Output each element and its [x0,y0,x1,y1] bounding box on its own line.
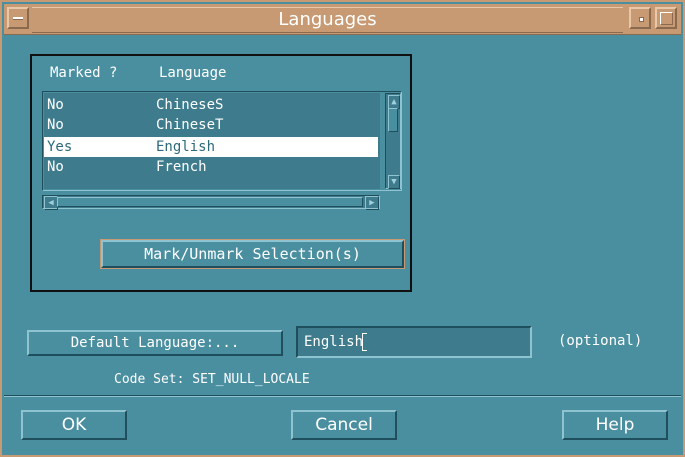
list-item[interactable]: No ChineseT [44,115,378,135]
column-header-language: Language [159,65,227,81]
text-cursor-icon [362,333,368,351]
list-item-marked: No [47,97,64,113]
vertical-scroll-thumb[interactable] [388,108,398,132]
divider [4,395,681,397]
list-item-language: English [156,139,216,155]
ok-button[interactable]: OK [21,410,127,440]
scroll-down-arrow-icon[interactable]: ▼ [388,175,400,189]
language-listbox[interactable]: No ChineseS No ChineseT Yes English No F… [42,91,402,191]
window-title: Languages [32,7,623,33]
default-language-button[interactable]: Default Language:... [27,330,283,356]
list-item-marked: No [47,117,64,133]
minimize-icon [639,17,644,22]
language-list-area[interactable]: No ChineseS No ChineseT Yes English No F… [44,93,380,189]
maximize-icon [660,12,673,25]
list-item-marked: No [47,159,64,175]
optional-label: (optional) [558,333,643,349]
horizontal-scrollbar[interactable]: ◀ ▶ [42,195,380,210]
list-item-language: French [156,159,207,175]
scroll-right-arrow-icon[interactable]: ▶ [365,196,379,210]
horizontal-scroll-thumb[interactable] [57,197,363,207]
mark-unmark-button[interactable]: Mark/Unmark Selection(s) [100,239,405,269]
cancel-button[interactable]: Cancel [291,410,397,440]
help-button[interactable]: Help [562,410,668,440]
list-item-marked: Yes [47,139,73,155]
scroll-left-arrow-icon[interactable]: ◀ [44,196,58,210]
vertical-scrollbar[interactable]: ▲ ▼ [385,93,401,189]
window-menu-button[interactable] [7,7,29,29]
list-item[interactable]: No ChineseS [44,95,378,115]
list-item-language: ChineseT [156,117,224,133]
list-item-selected[interactable]: Yes English [44,137,378,157]
code-set-label: Code Set: SET_NULL_LOCALE [114,372,310,387]
column-header-marked: Marked ? [50,65,118,81]
list-item[interactable]: No French [44,157,378,177]
menu-bar-icon [13,17,23,20]
default-language-input[interactable]: English [296,326,532,358]
title-bar[interactable]: Languages [4,4,681,35]
list-item-language: ChineseS [156,97,224,113]
languages-dialog: Languages Marked ? Language No ChineseS … [0,0,685,457]
default-language-value: English [304,334,364,350]
scroll-up-arrow-icon[interactable]: ▲ [388,95,400,109]
minimize-button[interactable] [629,7,651,29]
maximize-button[interactable] [655,7,677,29]
